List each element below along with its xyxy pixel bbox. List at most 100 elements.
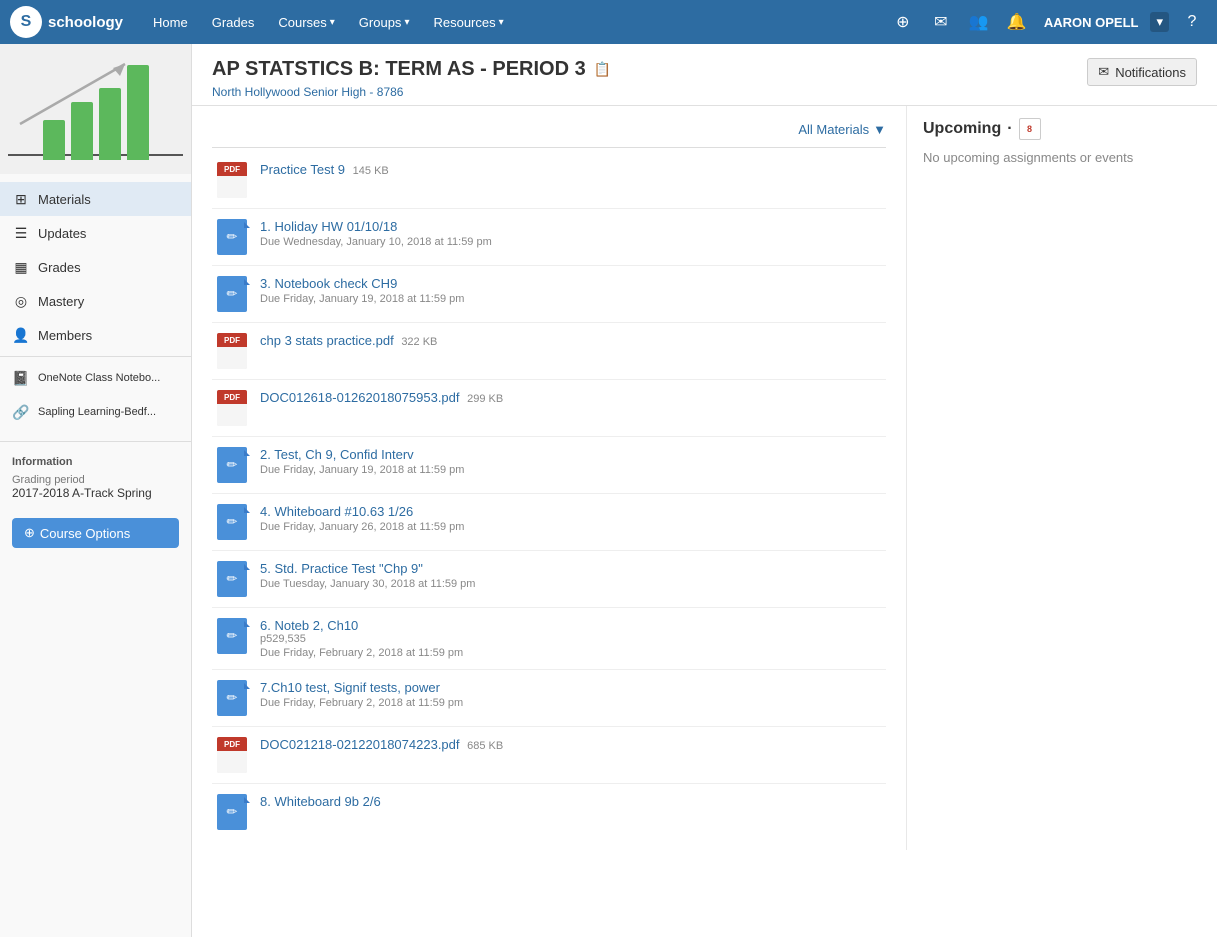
sidebar-item-materials[interactable]: ⊞ Materials [0, 182, 191, 216]
material-due: Due Friday, February 2, 2018 at 11:59 pm [260, 697, 882, 709]
page-wrapper: ⊞ Materials ☰ Updates ▦ Grades ◎ Mastery… [0, 44, 1217, 937]
material-name[interactable]: 5. Std. Practice Test "Chp 9" [260, 561, 882, 576]
pdf-icon: PDF [217, 390, 247, 426]
nav-groups[interactable]: Groups ▾ [349, 9, 420, 36]
material-icon-wrapper: ✏ [216, 794, 248, 830]
materials-icon: ⊞ [12, 190, 30, 208]
sidebar-label-grades: Grades [38, 260, 81, 275]
material-name[interactable]: 1. Holiday HW 01/10/18 [260, 219, 882, 234]
nav-links: Home Grades Courses ▾ Groups ▾ Resources… [143, 9, 514, 36]
sidebar-label-sapling: Sapling Learning-Bedf... [38, 406, 156, 418]
material-details: 6. Noteb 2, Ch10 p529,535 Due Friday, Fe… [260, 618, 882, 659]
material-icon-wrapper: ✏ [216, 219, 248, 255]
sidebar-item-mastery[interactable]: ◎ Mastery [0, 284, 191, 318]
mail-icon[interactable]: ✉ [926, 7, 956, 37]
grades-icon: ▦ [12, 258, 30, 276]
sidebar-label-materials: Materials [38, 192, 91, 207]
course-options-button[interactable]: ⊕ Course Options [12, 518, 179, 548]
materials-filter-bar: All Materials ▼ [212, 116, 886, 148]
content-body: All Materials ▼ PDF Practice Test 9 145 … [192, 106, 1217, 850]
user-dropdown-icon[interactable]: ▾ [1150, 12, 1169, 32]
chart-bar-2 [71, 102, 93, 160]
material-name[interactable]: DOC012618-01262018075953.pdf 299 KB [260, 390, 882, 405]
material-due: Due Wednesday, January 10, 2018 at 11:59… [260, 236, 882, 248]
material-name[interactable]: 7.Ch10 test, Signif tests, power [260, 680, 882, 695]
updates-icon: ☰ [12, 224, 30, 242]
materials-section: All Materials ▼ PDF Practice Test 9 145 … [192, 106, 907, 850]
material-icon-wrapper: ✏ [216, 447, 248, 483]
material-icon-wrapper: ✏ [216, 276, 248, 312]
filter-dropdown-icon: ▼ [873, 122, 886, 137]
sidebar-info: Information Grading period 2017-2018 A-T… [0, 446, 191, 510]
material-icon-wrapper: PDF [216, 390, 248, 426]
material-details: 7.Ch10 test, Signif tests, power Due Fri… [260, 680, 882, 709]
material-icon-wrapper: ✏ [216, 680, 248, 716]
material-name[interactable]: 8. Whiteboard 9b 2/6 [260, 794, 882, 809]
course-subtitle[interactable]: North Hollywood Senior High - 8786 [212, 85, 611, 99]
sidebar-label-members: Members [38, 328, 92, 343]
material-due: Due Friday, January 26, 2018 at 11:59 pm [260, 521, 882, 533]
chart-bar-4 [127, 65, 149, 160]
material-details: chp 3 stats practice.pdf 322 KB [260, 333, 882, 348]
sidebar-item-onenote[interactable]: 📓 OneNote Class Notebo... [0, 361, 191, 395]
pdf-icon: PDF [217, 162, 247, 198]
material-details: 1. Holiday HW 01/10/18 Due Wednesday, Ja… [260, 219, 882, 248]
assignment-icon: ✏ [217, 680, 247, 716]
material-name[interactable]: Practice Test 9 145 KB [260, 162, 882, 177]
material-due: Due Tuesday, January 30, 2018 at 11:59 p… [260, 578, 882, 590]
add-icon[interactable]: ⊕ [888, 7, 918, 37]
material-icon-wrapper: PDF [216, 162, 248, 198]
nav-courses[interactable]: Courses ▾ [268, 9, 344, 36]
calendar-date: 8 [1027, 124, 1032, 134]
list-item: ✏ 6. Noteb 2, Ch10 p529,535 Due Friday, … [212, 608, 886, 670]
list-item: PDF DOC012618-01262018075953.pdf 299 KB [212, 380, 886, 437]
material-due: Due Friday, January 19, 2018 at 11:59 pm [260, 464, 882, 476]
people-icon[interactable]: 👥 [964, 7, 994, 37]
nav-home[interactable]: Home [143, 9, 198, 36]
sidebar-item-members[interactable]: 👤 Members [0, 318, 191, 352]
sidebar-item-grades[interactable]: ▦ Grades [0, 250, 191, 284]
logo-area[interactable]: S schoology [10, 6, 123, 38]
all-materials-dropdown[interactable]: All Materials ▼ [798, 122, 886, 137]
notifications-button[interactable]: ✉ Notifications [1087, 58, 1197, 86]
help-icon[interactable]: ? [1177, 7, 1207, 37]
sidebar-item-sapling[interactable]: 🔗 Sapling Learning-Bedf... [0, 395, 191, 429]
material-name[interactable]: 3. Notebook check CH9 [260, 276, 882, 291]
nav-resources[interactable]: Resources ▾ [423, 9, 513, 36]
envelope-icon: ✉ [1098, 64, 1109, 80]
course-title: AP STATSTICS B: TERM AS - PERIOD 3 📋 [212, 58, 611, 81]
list-item: ✏ 2. Test, Ch 9, Confid Interv Due Frida… [212, 437, 886, 494]
list-item: ✏ 8. Whiteboard 9b 2/6 [212, 784, 886, 840]
material-name[interactable]: 6. Noteb 2, Ch10 [260, 618, 882, 633]
nav-right: ⊕ ✉ 👥 🔔 AARON OPELL ▾ ? [888, 7, 1207, 37]
user-name: AARON OPELL [1044, 15, 1139, 30]
material-icon-wrapper: PDF [216, 333, 248, 369]
material-details: DOC021218-02122018074223.pdf 685 KB [260, 737, 882, 752]
material-details: DOC012618-01262018075953.pdf 299 KB [260, 390, 882, 405]
calendar-icon[interactable]: 8 [1019, 118, 1041, 140]
main-content: AP STATSTICS B: TERM AS - PERIOD 3 📋 Nor… [192, 44, 1217, 937]
grading-period-label: Grading period [12, 474, 179, 486]
assignment-icon: ✏ [217, 447, 247, 483]
top-navigation: S schoology Home Grades Courses ▾ Groups… [0, 0, 1217, 44]
material-details: Practice Test 9 145 KB [260, 162, 882, 177]
material-name[interactable]: 4. Whiteboard #10.63 1/26 [260, 504, 882, 519]
chart-bar-3 [99, 88, 121, 160]
members-icon: 👤 [12, 326, 30, 344]
course-header-row: AP STATSTICS B: TERM AS - PERIOD 3 📋 Nor… [192, 44, 1217, 106]
assignment-icon: ✏ [217, 219, 247, 255]
sidebar-label-onenote: OneNote Class Notebo... [38, 372, 160, 384]
nav-grades[interactable]: Grades [202, 9, 265, 36]
bell-icon[interactable]: 🔔 [1002, 7, 1032, 37]
upcoming-header: Upcoming · 8 [923, 118, 1201, 140]
material-name[interactable]: 2. Test, Ch 9, Confid Interv [260, 447, 882, 462]
list-item: ✏ 1. Holiday HW 01/10/18 Due Wednesday, … [212, 209, 886, 266]
material-due: Due Friday, January 19, 2018 at 11:59 pm [260, 293, 882, 305]
material-name[interactable]: chp 3 stats practice.pdf 322 KB [260, 333, 882, 348]
course-info: AP STATSTICS B: TERM AS - PERIOD 3 📋 Nor… [212, 58, 611, 99]
sidebar-item-updates[interactable]: ☰ Updates [0, 216, 191, 250]
material-name[interactable]: DOC021218-02122018074223.pdf 685 KB [260, 737, 882, 752]
course-options-label: Course Options [40, 526, 130, 541]
material-details: 8. Whiteboard 9b 2/6 [260, 794, 882, 809]
material-icon-wrapper: PDF [216, 737, 248, 773]
